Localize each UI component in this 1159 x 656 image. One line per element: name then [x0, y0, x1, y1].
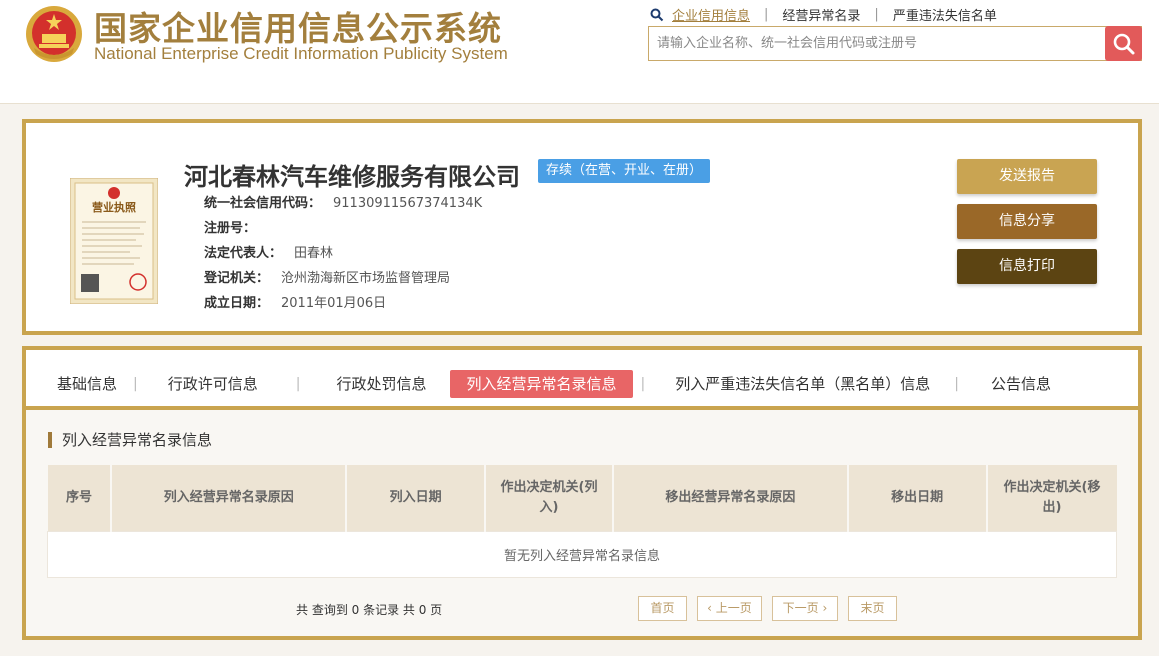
tab-announcements[interactable]: 公告信息	[975, 370, 1067, 398]
column-header-remove-date: 移出日期	[847, 465, 988, 531]
business-license-image: 营业执照	[70, 178, 158, 304]
tab-admin-penalty[interactable]: 行政处罚信息	[320, 370, 442, 398]
search-button[interactable]	[1105, 26, 1142, 61]
company-card: 营业执照 河北春林汽车维修服务有限公司 存续（在营、开业、在册） 统一社会信用代…	[22, 119, 1142, 335]
search-bar	[648, 26, 1142, 61]
nav-link-blacklist[interactable]: 严重违法失信名单	[893, 5, 997, 24]
info-value: 田春林	[294, 246, 334, 261]
next-page-label: 下一页	[782, 601, 819, 615]
tab-basic-info[interactable]: 基础信息	[41, 370, 133, 398]
tab-abnormal-list[interactable]: 列入经营异常名录信息	[450, 370, 633, 398]
site-title-en: National Enterprise Credit Information P…	[94, 44, 508, 63]
tab-divider: |	[640, 376, 646, 392]
site-header: 国家企业信用信息公示系统 National Enterprise Credit …	[0, 0, 1159, 104]
top-nav: 企业信用信息 | 经营异常名录 | 严重违法失信名单	[650, 5, 997, 24]
tab-divider: |	[295, 376, 301, 392]
last-page-button[interactable]: 末页	[848, 596, 897, 621]
search-icon	[650, 8, 664, 21]
table-header-row: 序号 列入经营异常名录原因 列入日期 作出决定机关(列入) 移出经营异常名录原因…	[47, 465, 1117, 531]
table-row-empty: 暂无列入经营异常名录信息	[47, 530, 1117, 578]
abnormal-list-panel: 列入经营异常名录信息 序号 列入经营异常名录原因 列入日期 作出决定机关(列入)…	[22, 410, 1142, 640]
share-info-button[interactable]: 信息分享	[957, 204, 1097, 239]
column-header-list-authority: 作出决定机关(列入)	[485, 465, 614, 531]
column-header-list-date: 列入日期	[346, 465, 487, 531]
license-image-title: 营业执照	[92, 200, 136, 214]
site-title-cn: 国家企业信用信息公示系统	[94, 9, 502, 48]
info-label: 成立日期：	[204, 296, 270, 311]
next-page-button[interactable]: 下一页 ›	[772, 596, 838, 621]
tab-divider: |	[133, 376, 138, 392]
first-page-button[interactable]: 首页	[638, 596, 687, 621]
info-value: 91130911567374134K	[333, 196, 483, 211]
national-emblem-icon	[26, 6, 82, 62]
info-value: 2011年01月06日	[281, 296, 387, 311]
column-header-index: 序号	[47, 465, 113, 531]
info-row-reg-number: 注册号：	[204, 216, 482, 241]
record-summary: 共 查询到 0 条记录 共 0 页	[296, 603, 443, 617]
company-info: 统一社会信用代码： 91130911567374134K 注册号： 法定代表人： 田…	[204, 191, 482, 316]
nav-divider: |	[764, 7, 769, 22]
column-header-remove-reason: 移出经营异常名录原因	[612, 465, 849, 531]
abnormal-list-table: 序号 列入经营异常名录原因 列入日期 作出决定机关(列入) 移出经营异常名录原因…	[47, 465, 1117, 578]
empty-message: 暂无列入经营异常名录信息	[47, 530, 1117, 578]
nav-link-enterprise-credit[interactable]: 企业信用信息	[672, 5, 750, 24]
prev-page-label: 上一页	[715, 601, 752, 615]
chevron-right-icon: ›	[818, 601, 828, 615]
prev-page-button[interactable]: ‹ 上一页	[697, 596, 762, 621]
send-report-button[interactable]: 发送报告	[957, 159, 1097, 194]
info-label: 注册号：	[204, 221, 257, 236]
tab-divider: |	[954, 376, 959, 392]
info-value: 沧州渤海新区市场监督管理局	[281, 271, 451, 286]
magnifier-icon	[1113, 33, 1134, 54]
search-input[interactable]	[649, 27, 1103, 60]
tab-blacklist[interactable]: 列入严重违法失信名单（黑名单）信息	[659, 370, 946, 398]
tab-list: 基础信息 | 行政许可信息 | 行政处罚信息 列入经营异常名录信息 | 列入严重…	[26, 368, 1138, 400]
nav-link-abnormal-list[interactable]: 经营异常名录	[782, 5, 860, 24]
company-name: 河北春林汽车维修服务有限公司	[184, 163, 520, 191]
pagination: 首页 ‹ 上一页 下一页 › 末页	[638, 596, 907, 621]
info-row-established-date: 成立日期： 2011年01月06日	[204, 291, 482, 316]
info-label: 登记机关：	[204, 271, 270, 286]
tab-admin-license[interactable]: 行政许可信息	[152, 370, 274, 398]
column-header-list-reason: 列入经营异常名录原因	[111, 465, 348, 531]
info-label: 法定代表人：	[204, 246, 283, 261]
info-row-credit-code: 统一社会信用代码： 91130911567374134K	[204, 191, 482, 216]
info-label: 统一社会信用代码：	[204, 196, 322, 211]
info-row-legal-rep: 法定代表人： 田春林	[204, 241, 482, 266]
section-title: 列入经营异常名录信息	[48, 432, 212, 448]
nav-divider: |	[874, 7, 879, 22]
info-row-registration-authority: 登记机关： 沧州渤海新区市场监督管理局	[204, 266, 482, 291]
column-header-remove-authority: 作出决定机关(移出)	[986, 465, 1117, 531]
tab-bar: 基础信息 | 行政许可信息 | 行政处罚信息 列入经营异常名录信息 | 列入严重…	[22, 346, 1142, 412]
status-badge: 存续（在营、开业、在册）	[538, 159, 711, 183]
chevron-left-icon: ‹	[707, 601, 716, 615]
print-info-button[interactable]: 信息打印	[957, 249, 1097, 284]
